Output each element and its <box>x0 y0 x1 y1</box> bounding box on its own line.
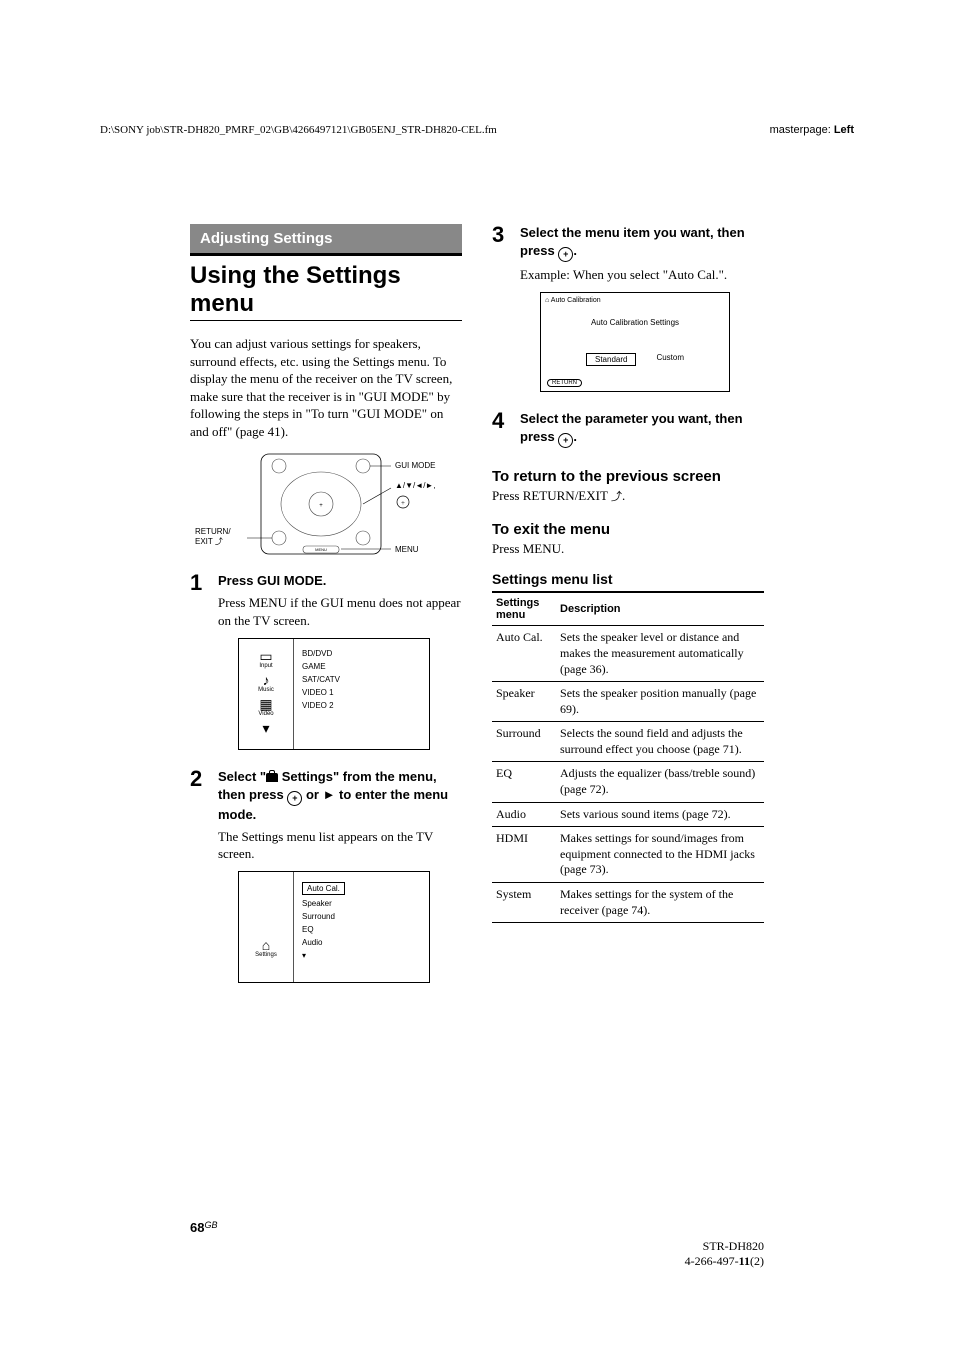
table-row: AudioSets various sound items (page 72). <box>492 802 764 827</box>
svg-text:EXIT ⤴: EXIT ⤴ <box>195 536 223 546</box>
intro-paragraph: You can adjust various settings for spea… <box>190 335 462 440</box>
table-row: SpeakerSets the speaker position manuall… <box>492 682 764 722</box>
svg-text:MENU: MENU <box>395 545 419 554</box>
step-1: 1 Press GUI MODE. Press MENU if the GUI … <box>190 572 462 753</box>
svg-text:GUI MODE: GUI MODE <box>395 461 435 470</box>
masterpage-label: masterpage: Left <box>770 124 854 136</box>
settings-table: Settings menu Description Auto Cal.Sets … <box>492 591 764 923</box>
step-3: 3 Select the menu item you want, then pr… <box>492 224 764 396</box>
table-row: EQAdjusts the equalizer (bass/treble sou… <box>492 762 764 802</box>
return-body: Press RETURN/EXIT . <box>492 487 764 505</box>
remote-control-diagram: + MENU GUI MODE ▲/▼/◄/►, + RETURN/ EXIT … <box>191 448 461 558</box>
footer-model: STR-DH820 4-266-497-11(2) <box>685 1239 764 1270</box>
table-row: SystemMakes settings for the system of t… <box>492 883 764 923</box>
svg-text:+: + <box>319 503 323 509</box>
svg-text:▲/▼/◄/►,: ▲/▼/◄/►, <box>395 481 436 490</box>
enter-button-icon: + <box>558 433 573 448</box>
page-title: Using the Settings menu <box>190 262 462 321</box>
enter-button-icon: + <box>558 247 573 262</box>
section-tag: Adjusting Settings <box>190 224 462 256</box>
table-row: HDMIMakes settings for sound/images from… <box>492 827 764 883</box>
return-heading: To return to the previous screen <box>492 468 764 485</box>
svg-text:MENU: MENU <box>315 547 327 552</box>
settings-list-heading: Settings menu list <box>492 571 764 587</box>
gui-screenshot-autocal: ⌂ Auto Calibration Auto Calibration Sett… <box>540 292 730 392</box>
step-2: 2 Select " Settings" from the menu, then… <box>190 768 462 987</box>
gui-screenshot-input: ▭Input ♪Music ▦Video ▾ BD/DVD GAME SAT/C… <box>238 638 430 750</box>
file-path: D:\SONY job\STR-DH820_PMRF_02\GB\4266497… <box>100 124 497 136</box>
table-row: Auto Cal.Sets the speaker level or dista… <box>492 626 764 682</box>
gui-screenshot-settings: ⌂Settings Auto Cal. Speaker Surround EQ … <box>238 871 430 983</box>
step-4: 4 Select the parameter you want, then pr… <box>492 410 764 452</box>
exit-heading: To exit the menu <box>492 521 764 538</box>
exit-body: Press MENU. <box>492 540 764 558</box>
svg-text:+: + <box>401 499 405 507</box>
page-number: 68GB <box>190 1220 217 1235</box>
table-row: SurroundSelects the sound field and adju… <box>492 722 764 762</box>
return-icon <box>611 488 622 503</box>
enter-button-icon: + <box>287 791 302 806</box>
svg-text:RETURN/: RETURN/ <box>195 527 231 536</box>
settings-icon <box>266 773 278 782</box>
